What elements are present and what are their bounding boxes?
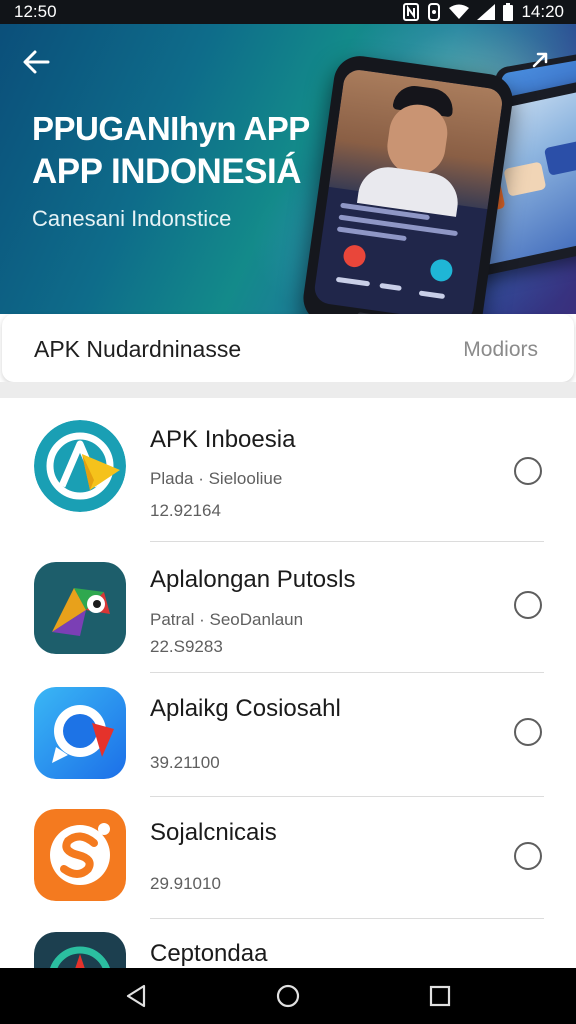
status-left-time: 12:50 [14,2,57,21]
back-triangle-icon[interactable] [122,982,150,1010]
filter-card[interactable]: APK Nudardninasse Modiors [2,314,574,382]
app-name: Aplalongan Putosls [150,566,356,593]
compass-icon [34,932,126,968]
status-time: 14:20 [521,2,564,21]
battery-icon [503,3,514,21]
app-dot-icon [342,243,367,269]
app-version: 12.92164 [150,501,221,520]
system-nav-bar [0,968,576,1024]
select-radio[interactable] [514,718,542,746]
app-name: Aplaikg Cosiosahl [150,695,341,722]
filter-card-action[interactable]: Modiors [463,338,538,362]
app-name: Sojalcnicais [150,819,277,846]
hero-banner: PPUGANIhyn APP APP INDONESIÁ Canesani In… [0,24,576,314]
list-item[interactable]: Aplalongan Putosls Patral · SeoDanlaun 2… [0,542,576,673]
app-version: 29.91010 [150,874,221,893]
phone-screen [312,68,505,314]
hero-title-line2: APP INDONESIÁ [32,152,302,191]
list-item[interactable]: APK Inboesia Plada · Sielooliue 12.92164 [0,398,576,542]
app-version: 22.S9283 [150,637,223,656]
app-name: Ceptondaa [150,940,268,967]
teal-a-arrow-icon [34,420,126,512]
signal-icon [477,4,496,20]
select-radio[interactable] [514,591,542,619]
back-arrow-icon[interactable] [20,46,52,78]
filter-card-label: APK Nudardninasse [34,336,242,362]
app-name: APK Inboesia [150,426,296,453]
hero-subtitle: Canesani Indonstice [32,206,232,231]
person-photo [328,68,505,217]
wifi-icon [449,4,470,19]
app-dot-icon [428,257,454,283]
select-radio[interactable] [514,457,542,485]
status-bar: 12:50 14:20 [0,0,576,24]
orange-s-icon [34,809,126,901]
list-item[interactable]: Ceptondaa [0,920,576,968]
vibrate-icon [428,3,441,21]
select-radio[interactable] [514,842,542,870]
phone-mockup-front [300,52,516,314]
section-separator [0,382,576,398]
app-version: 39.21100 [150,753,220,772]
chat-bubble-icon [34,687,126,779]
nfc-icon [403,3,420,21]
parrot-icon [34,562,126,654]
hero-title-line1: PPUGANIhyn APP [32,110,310,147]
status-icons: 14:20 [403,2,564,22]
list-item[interactable]: Sojalcnicais 29.91010 [0,797,576,925]
app-meta: Patral · SeoDanlaun [150,610,304,629]
app-meta: Plada · Sielooliue [150,469,283,488]
recents-square-icon[interactable] [426,982,454,1010]
list-item[interactable]: Aplaikg Cosiosahl 39.21100 [0,673,576,801]
divider [150,918,544,919]
home-circle-icon[interactable] [274,982,302,1010]
app-list: APK Inboesia Plada · Sielooliue 12.92164… [0,398,576,968]
share-icon[interactable] [526,46,554,74]
